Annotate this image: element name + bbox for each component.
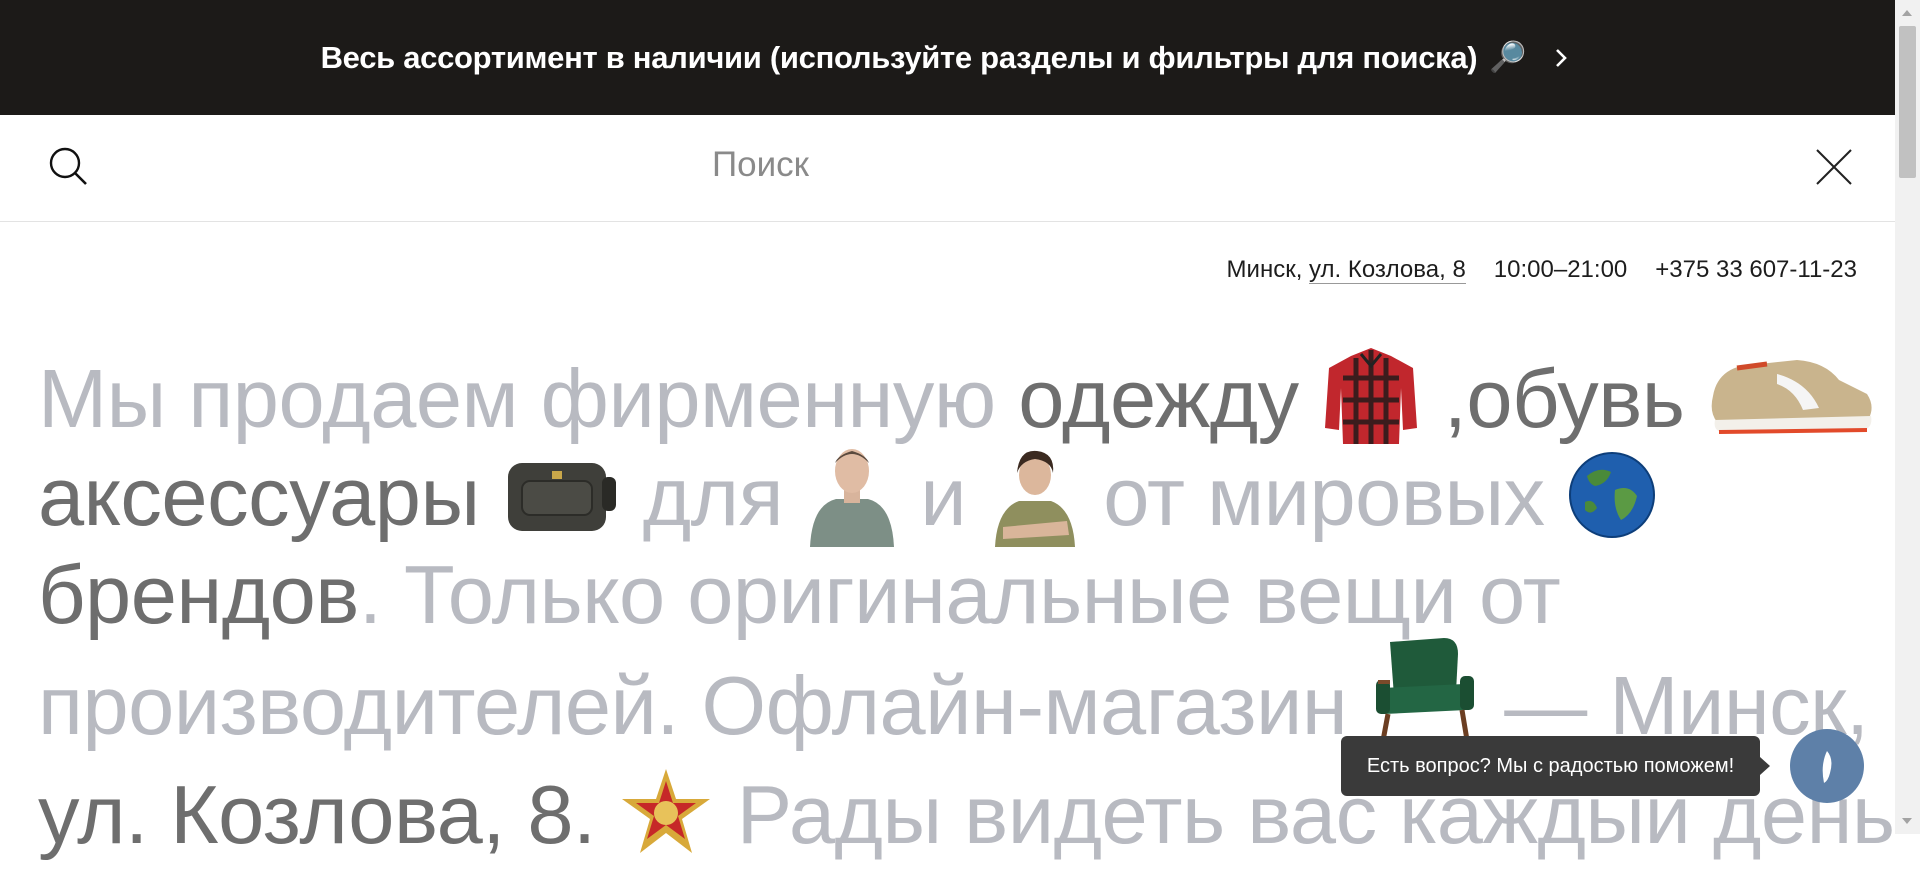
hero-text-segment: и: [920, 450, 989, 543]
hero-text-segment: . Только оригинальные вещи от: [358, 548, 1561, 641]
search-bar: [0, 115, 1895, 222]
sneaker-icon: [1711, 360, 1872, 435]
store-phone[interactable]: +375 33 607-11-23: [1655, 256, 1857, 284]
chat-tooltip-text: Есть вопрос? Мы с радостью поможем!: [1366, 754, 1735, 777]
scrollbar-thumb[interactable]: [1899, 26, 1916, 178]
hero-line-3: брендов. Только оригинальные вещи от: [38, 546, 1868, 644]
armchair-icon: [1375, 638, 1474, 747]
address-street-link[interactable]: ул. Козлова, 8: [1309, 256, 1466, 284]
store-contacts: Минск, ул. Козлова, 8 10:00–21:00 +375 3…: [1227, 256, 1857, 284]
red-star-medal-icon: [622, 769, 711, 854]
chat-tooltip[interactable]: Есть вопрос? Мы с радостью поможем!: [1341, 736, 1770, 796]
hero-link-shoes[interactable]: ,обувь: [1444, 352, 1685, 445]
hero-link-clothing[interactable]: одежду: [1018, 352, 1299, 445]
hero-line-1: Мы продаем фирменную одежду ,обувь и: [38, 348, 1920, 448]
search-icon[interactable]: [47, 145, 91, 189]
search-input[interactable]: [712, 140, 1312, 190]
woman-model-icon: [994, 450, 1075, 548]
hero-text-segment: от мировых: [1103, 450, 1568, 543]
hero-link-accessories[interactable]: аксессуары: [38, 450, 480, 543]
plaid-shirt-icon: [1325, 348, 1418, 445]
hero-text-segment: производителей. Офлайн-магазин: [38, 658, 1370, 752]
chevron-right-icon[interactable]: [1548, 45, 1574, 71]
scroll-up-arrow-icon[interactable]: [1902, 10, 1912, 16]
scroll-down-arrow-icon[interactable]: [1902, 818, 1912, 824]
hero-text-segment: Мы продаем фирменную: [38, 352, 1019, 445]
hero-line-2: аксессуары для и от мировых: [38, 448, 1868, 548]
store-hours: 10:00–21:00: [1493, 256, 1628, 283]
chat-bubble-icon: [1822, 751, 1832, 783]
globe-icon: [1569, 452, 1656, 539]
magnifier-emoji-icon: 🔎: [1489, 41, 1527, 74]
banner-text: Весь ассортимент в наличии (используйте …: [320, 39, 1478, 75]
hero-link-brands[interactable]: брендов: [38, 548, 359, 641]
page-scrollbar[interactable]: [1895, 0, 1920, 834]
man-model-icon: [809, 449, 894, 548]
address-city: Минск,: [1226, 256, 1303, 283]
backpack-icon: [508, 463, 617, 532]
store-address[interactable]: Минск, ул. Козлова, 8: [1227, 256, 1466, 284]
hero-text-segment: для: [642, 450, 806, 543]
chat-button[interactable]: [1790, 729, 1864, 803]
close-icon[interactable]: [1815, 148, 1853, 186]
hero-link-address[interactable]: ул. Козлова, 8.: [38, 768, 596, 861]
announcement-banner[interactable]: Весь ассортимент в наличии (используйте …: [0, 0, 1895, 115]
